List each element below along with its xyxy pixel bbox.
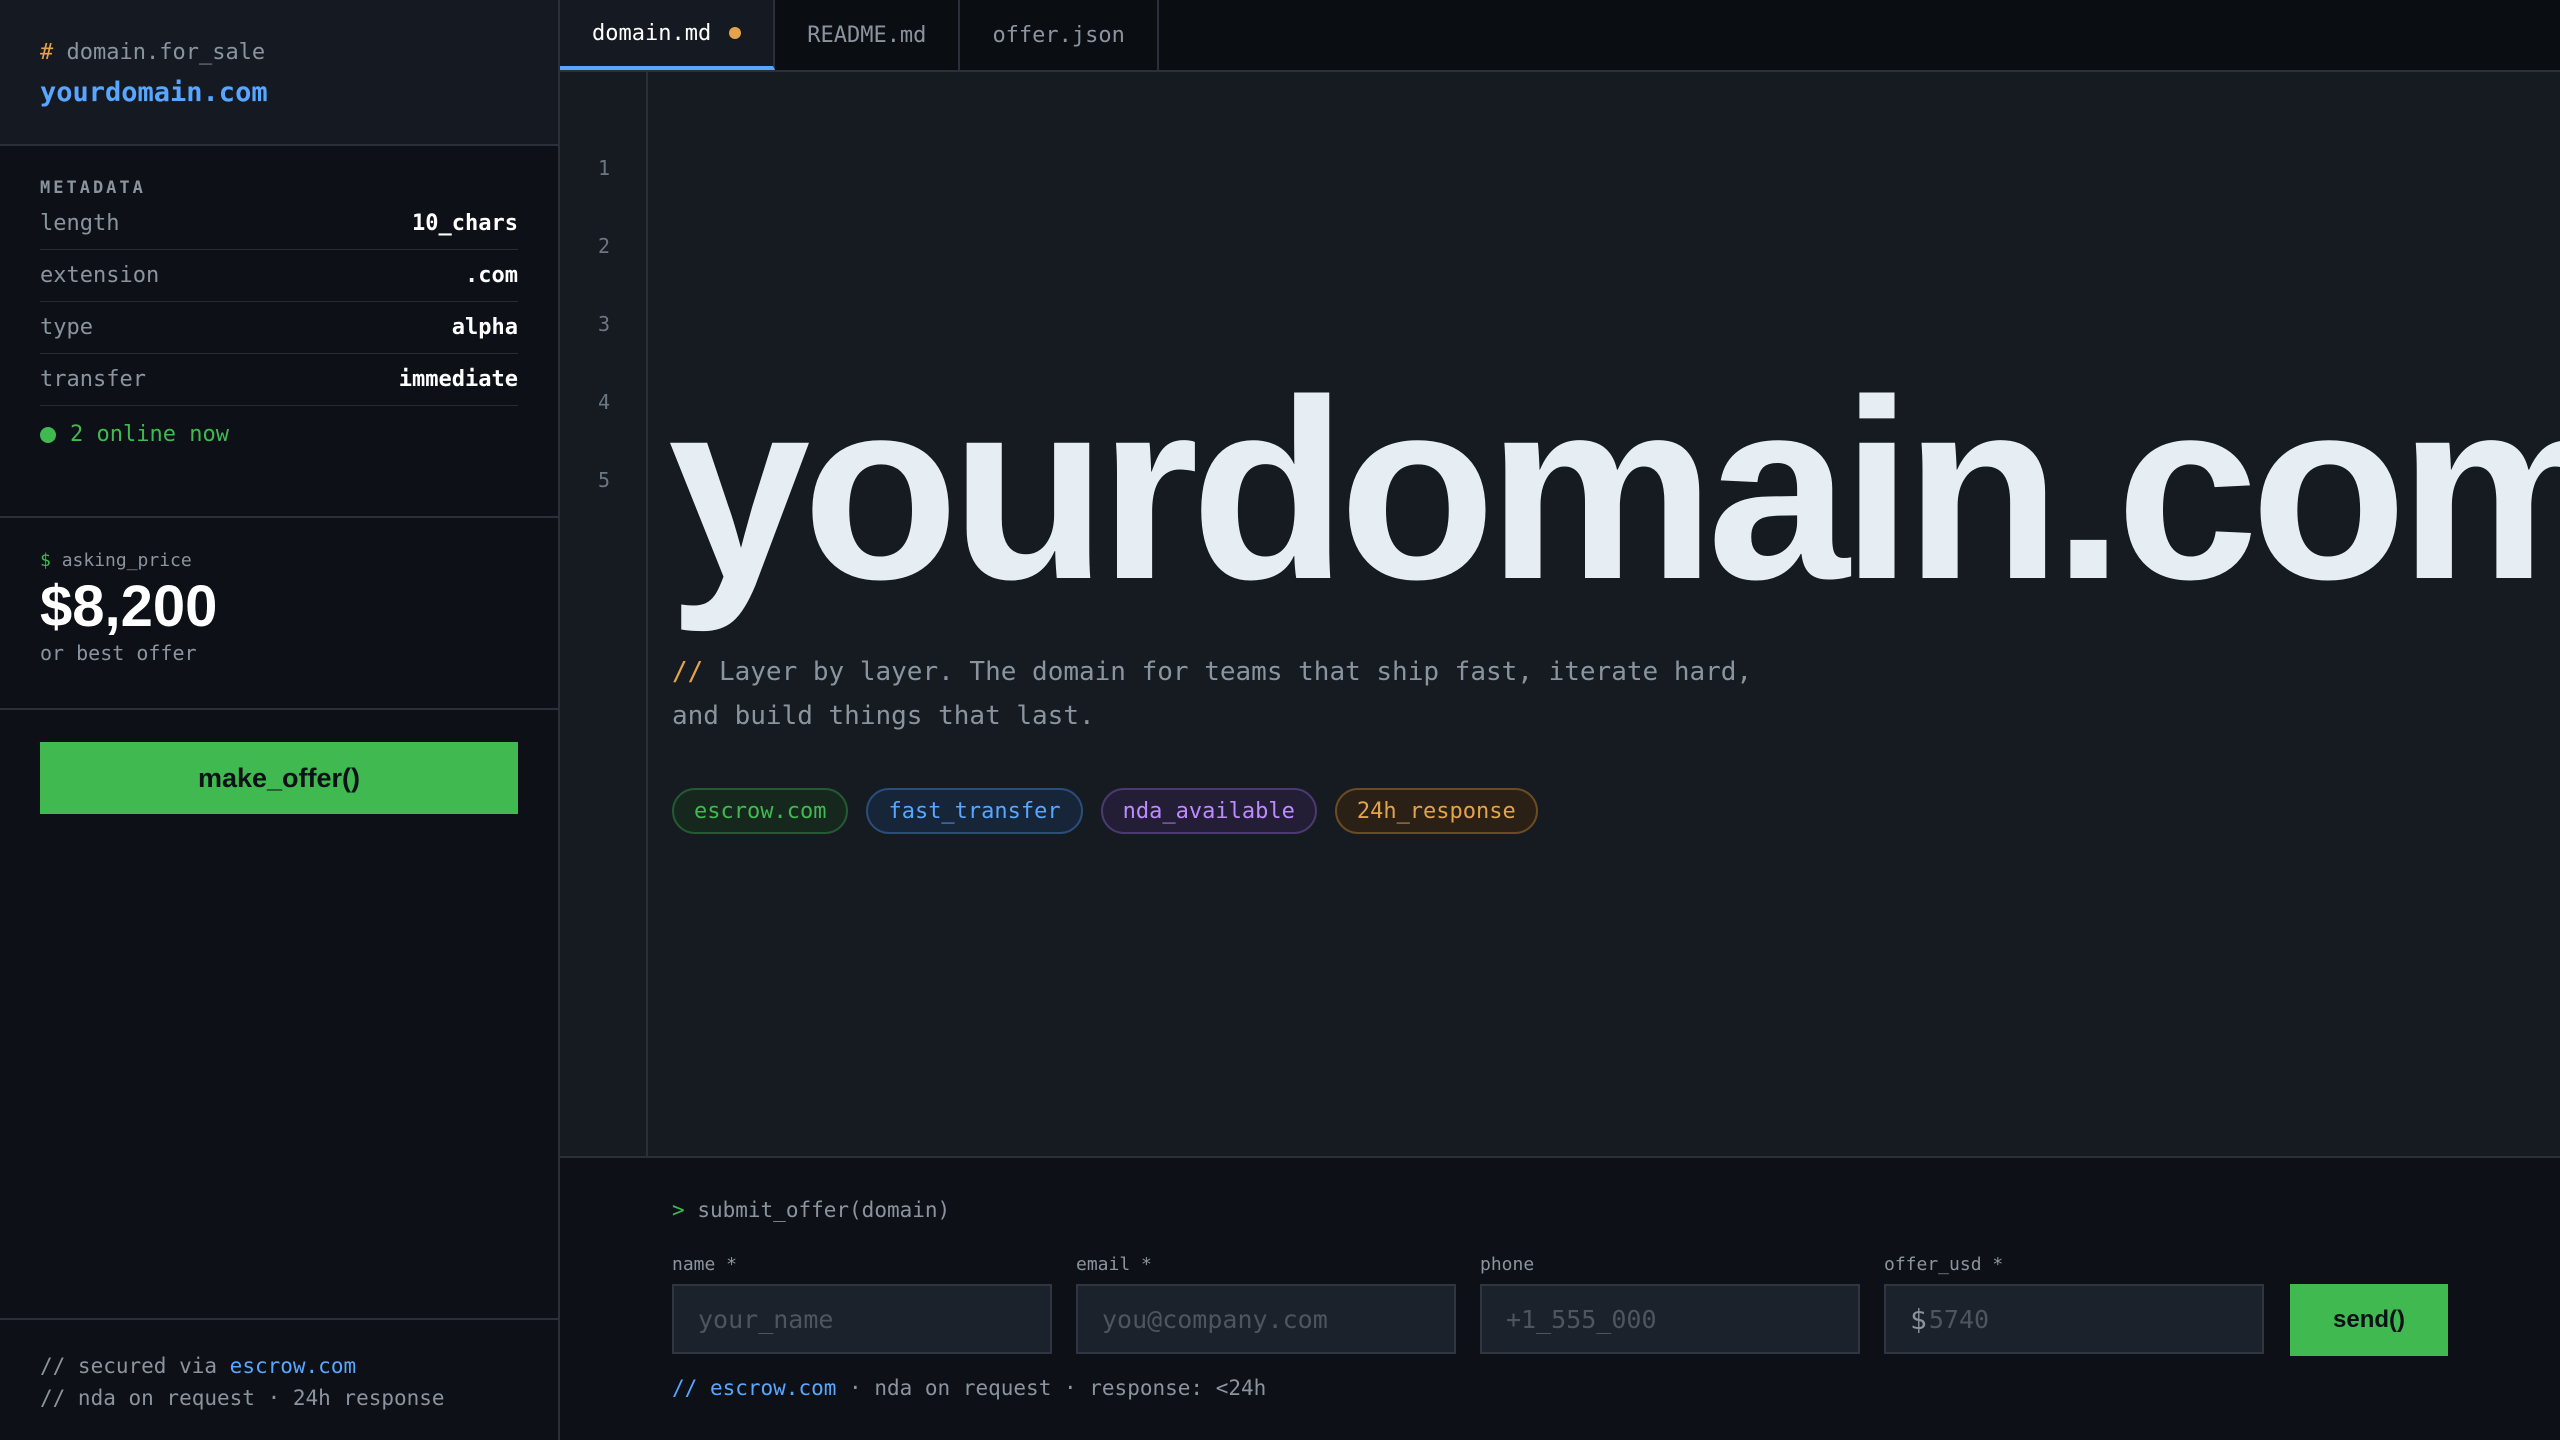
editor-area: 1 2 3 4 5 yourdomain.com // Layer by lay… (560, 72, 2560, 1156)
description-text: Layer by layer. The domain for teams tha… (718, 657, 1753, 687)
price-section: $ asking_price $8,200 or best offer (40, 550, 217, 665)
tab-domain-md[interactable]: domain.md (560, 0, 776, 70)
tag-escrow: escrow.com (672, 788, 849, 834)
email-input[interactable]: you@company.com (1076, 1284, 1456, 1354)
asking-price: $8,200 (40, 574, 218, 639)
line-number: 2 (597, 234, 611, 258)
tag-24h-response: 24h_response (1334, 788, 1538, 834)
tab-readme-md[interactable]: README.md (775, 0, 961, 70)
phone-placeholder: +1_555_000 (1506, 1304, 1657, 1334)
metadata-key: extension (40, 263, 160, 288)
sidebar-footer: // secured via escrow.com // nda on requ… (40, 1350, 445, 1414)
metadata-key: length (40, 211, 120, 236)
phone-field-group: phone +1_555_000 (1480, 1254, 1860, 1354)
price-note: or best offer (40, 640, 197, 665)
sidebar: # domain.for_sale yourdomain.com METADAT… (0, 0, 560, 1440)
line-number: 3 (597, 312, 611, 336)
tag-fast-transfer: fast_transfer (866, 788, 1083, 834)
footer-line-nda: // nda on request · 24h response (40, 1386, 445, 1410)
divider (0, 516, 558, 518)
line-number: 5 (597, 468, 611, 492)
phone-input[interactable]: +1_555_000 (1480, 1284, 1860, 1354)
prompt-symbol: > (672, 1198, 685, 1222)
metadata-value: 10_chars (412, 211, 518, 236)
offer-field-group: offer_usd * $5740 (1884, 1254, 2264, 1354)
email-field-label: email * (1076, 1254, 1152, 1275)
metadata-key: transfer (40, 367, 146, 392)
offer-usd-input[interactable]: $5740 (1884, 1284, 2264, 1354)
name-field-group: name * your_name (672, 1254, 1052, 1354)
form-prompt: > submit_offer(domain) (672, 1198, 950, 1222)
tab-offer-json[interactable]: offer.json (960, 0, 1159, 70)
sidebar-domain-name: yourdomain.com (40, 77, 268, 108)
offer-form-panel: > submit_offer(domain) name * your_name … (560, 1156, 2560, 1440)
metadata-value: .com (465, 263, 518, 288)
line-number: 1 (597, 156, 611, 180)
metadata-row-type: type alpha (40, 302, 518, 354)
footer-text: · nda on request · response: <24h (849, 1376, 1267, 1400)
metadata-title: METADATA (40, 178, 146, 198)
price-label: $ asking_price (40, 550, 217, 571)
feature-tags: escrow.com fast_transfer nda_available 2… (672, 788, 1538, 834)
comment-marker: // (672, 657, 704, 687)
tab-bar: domain.md README.md offer.json (560, 0, 2560, 72)
line-gutter: 1 2 3 4 5 (560, 72, 648, 1156)
metadata-key: type (40, 315, 93, 340)
metadata-value: immediate (398, 367, 518, 392)
line-number: 4 (597, 390, 611, 414)
description-line-1: // Layer by layer. The domain for teams … (672, 650, 1872, 694)
escrow-link[interactable]: escrow.com (710, 1376, 836, 1400)
domain-description: // Layer by layer. The domain for teams … (672, 650, 1872, 738)
sidebar-header: # domain.for_sale yourdomain.com (0, 0, 558, 146)
metadata-row-extension: extension .com (40, 250, 518, 302)
metadata-value: alpha (451, 315, 518, 340)
online-count: 2 online now (70, 422, 229, 447)
hash-marker: # (40, 40, 54, 65)
offer-placeholder: 5740 (1928, 1304, 1990, 1334)
footer-comment-marker: // (672, 1376, 698, 1400)
price-label-text: asking_price (61, 550, 192, 571)
phone-field-label: phone (1480, 1254, 1535, 1275)
footer-line-escrow: // secured via escrow.com (40, 1350, 445, 1382)
offer-field-label: offer_usd * (1884, 1254, 2004, 1275)
tab-label: offer.json (992, 22, 1125, 48)
tag-nda-available: nda_available (1100, 788, 1317, 834)
footer-text: // secured via (40, 1354, 218, 1378)
escrow-link[interactable]: escrow.com (230, 1354, 356, 1378)
tab-label: domain.md (592, 20, 712, 46)
name-field-label: name * (672, 1254, 738, 1275)
currency-symbol: $ (1910, 1302, 1927, 1336)
name-placeholder: your_name (698, 1304, 834, 1334)
name-input[interactable]: your_name (672, 1284, 1052, 1354)
metadata-section: METADATA length 10_chars extension .com … (40, 178, 518, 447)
online-status: 2 online now (40, 422, 518, 447)
dollar-marker: $ (40, 550, 51, 571)
metadata-row-transfer: transfer immediate (40, 354, 518, 406)
file-path-label: domain.for_sale (66, 40, 266, 65)
hero-domain-title: yourdomain.com (668, 347, 2560, 633)
online-dot-icon (40, 426, 56, 443)
divider (0, 708, 558, 710)
prompt-text: submit_offer(domain) (697, 1198, 951, 1222)
send-button[interactable]: send() (2290, 1284, 2448, 1356)
email-field-group: email * you@company.com (1076, 1254, 1456, 1354)
form-footer: // escrow.com · nda on request · respons… (672, 1376, 1266, 1400)
metadata-row-length: length 10_chars (40, 198, 518, 250)
divider (0, 1318, 558, 1320)
email-placeholder: you@company.com (1102, 1304, 1328, 1334)
tab-label: README.md (807, 22, 927, 48)
modified-dot-icon (729, 27, 742, 39)
file-path: # domain.for_sale (40, 40, 518, 65)
description-line-2: and build things that last. (672, 701, 1095, 731)
make-offer-button[interactable]: make_offer() (40, 742, 518, 814)
